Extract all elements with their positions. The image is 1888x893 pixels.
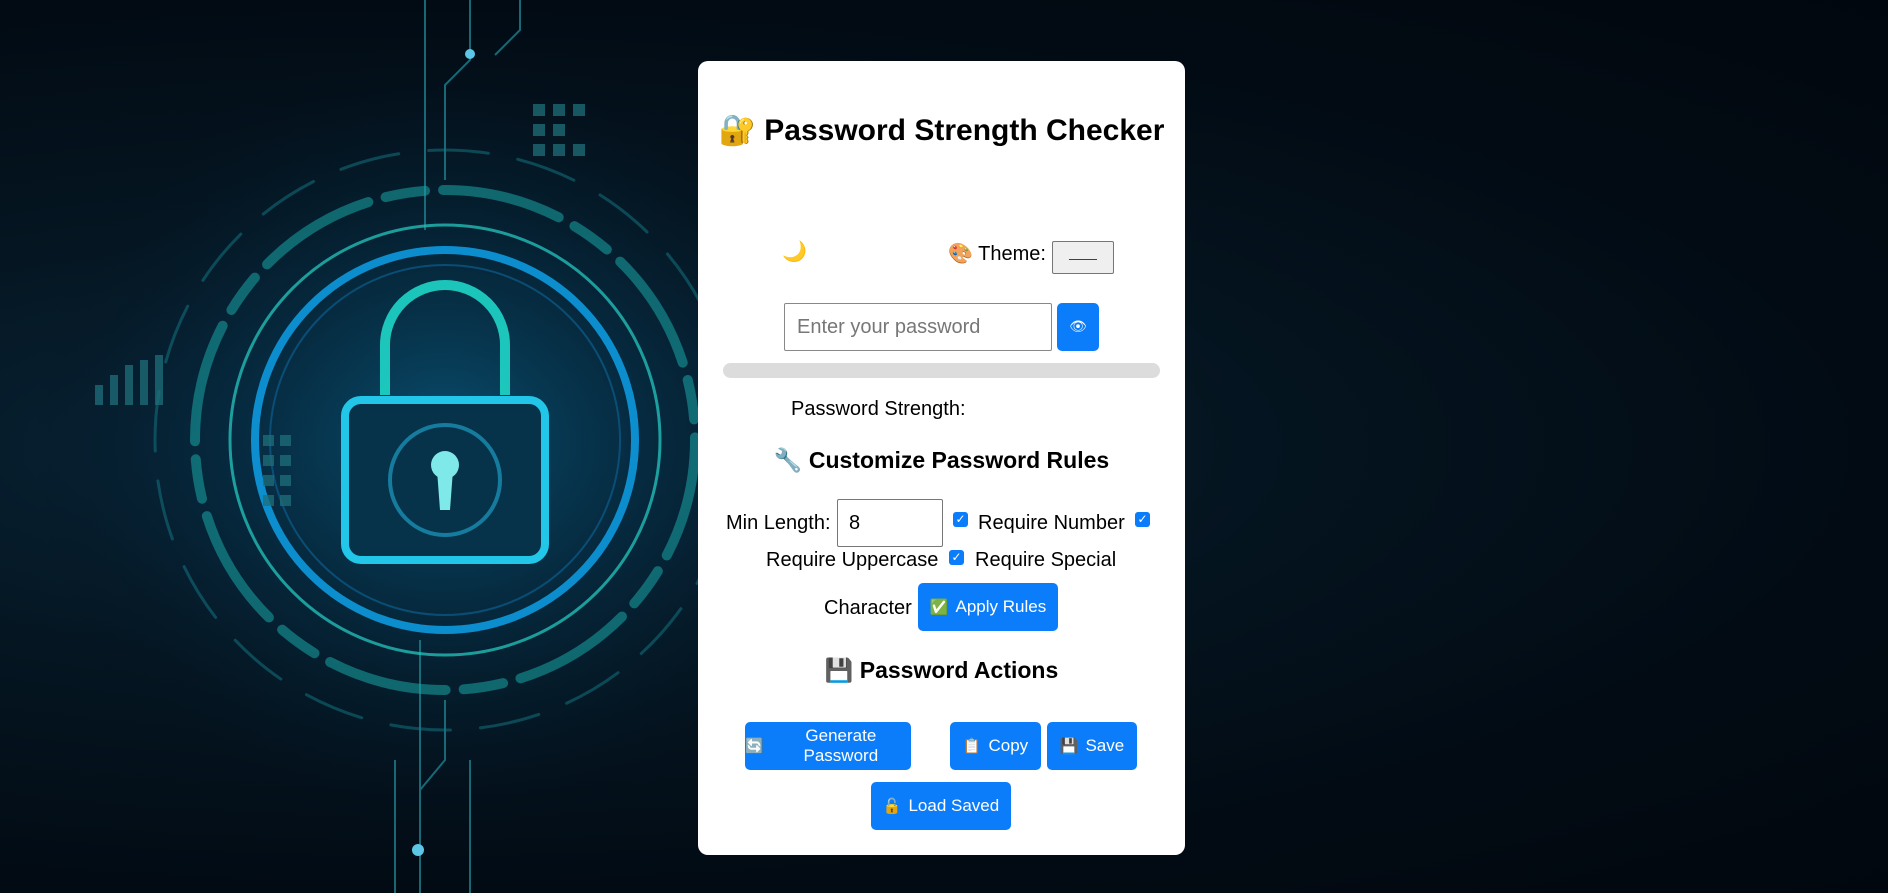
require-number-checkbox[interactable]: ✓ — [953, 512, 968, 527]
password-checker-card: 🔐 Password Strength Checker 🌙 🎨 Theme: —… — [698, 61, 1185, 855]
min-length-input[interactable] — [837, 499, 943, 547]
require-special-label-cont: Character — [824, 597, 912, 619]
require-special-checkbox[interactable]: ✓ — [949, 550, 964, 565]
load-saved-button[interactable]: 🔓 Load Saved — [871, 782, 1011, 830]
refresh-icon: 🔄 — [745, 737, 764, 755]
theme-label-text: Theme: — [978, 243, 1046, 265]
page-title-text: Password Strength Checker — [764, 114, 1165, 147]
moon-icon[interactable]: 🌙 — [782, 239, 807, 263]
rules-heading-text: Customize Password Rules — [808, 447, 1110, 473]
require-uppercase-checkbox[interactable]: ✓ — [1135, 512, 1150, 527]
actions-heading-text: Password Actions — [859, 657, 1059, 683]
wrench-icon: 🔧 — [773, 448, 803, 474]
require-special-label: Require Special — [975, 549, 1117, 571]
theme-label: 🎨 Theme: — [948, 241, 1046, 266]
floppy-disk-icon: 💾 — [824, 658, 854, 684]
strength-label: Password Strength: — [791, 398, 966, 420]
theme-select[interactable]: —— — [1052, 241, 1114, 274]
toggle-visibility-button[interactable]: 👁 — [1057, 303, 1099, 351]
copy-label: Copy — [988, 736, 1029, 755]
generate-password-button[interactable]: 🔄 Generate Password — [745, 722, 911, 770]
page-title: 🔐 Password Strength Checker — [698, 113, 1185, 148]
password-input[interactable] — [784, 303, 1052, 351]
apply-rules-button[interactable]: ✅ Apply Rules — [918, 583, 1058, 631]
min-length-label: Min Length: — [726, 512, 831, 534]
check-icon: ✅ — [929, 598, 949, 616]
actions-heading: 💾 Password Actions — [698, 657, 1185, 684]
strength-meter — [723, 363, 1160, 378]
palette-icon: 🎨 — [948, 241, 973, 265]
save-button[interactable]: 💾 Save — [1047, 722, 1137, 770]
apply-rules-label: Apply Rules — [955, 597, 1047, 616]
save-label: Save — [1085, 736, 1125, 755]
rules-heading: 🔧 Customize Password Rules — [698, 447, 1185, 474]
eye-icon: 👁 — [1069, 319, 1087, 335]
floppy-disk-icon: 💾 — [1059, 737, 1079, 755]
unlock-icon: 🔓 — [882, 797, 902, 815]
clipboard-icon: 📋 — [962, 737, 982, 755]
copy-button[interactable]: 📋 Copy — [950, 722, 1041, 770]
load-saved-label: Load Saved — [908, 796, 1000, 815]
strength-text: Password Strength: — [791, 398, 966, 421]
require-number-label: Require Number — [978, 512, 1125, 534]
require-uppercase-label: Require Uppercase — [766, 549, 939, 571]
generate-password-label: Generate Password — [803, 726, 879, 765]
lock-key-icon: 🔐 — [718, 113, 756, 148]
